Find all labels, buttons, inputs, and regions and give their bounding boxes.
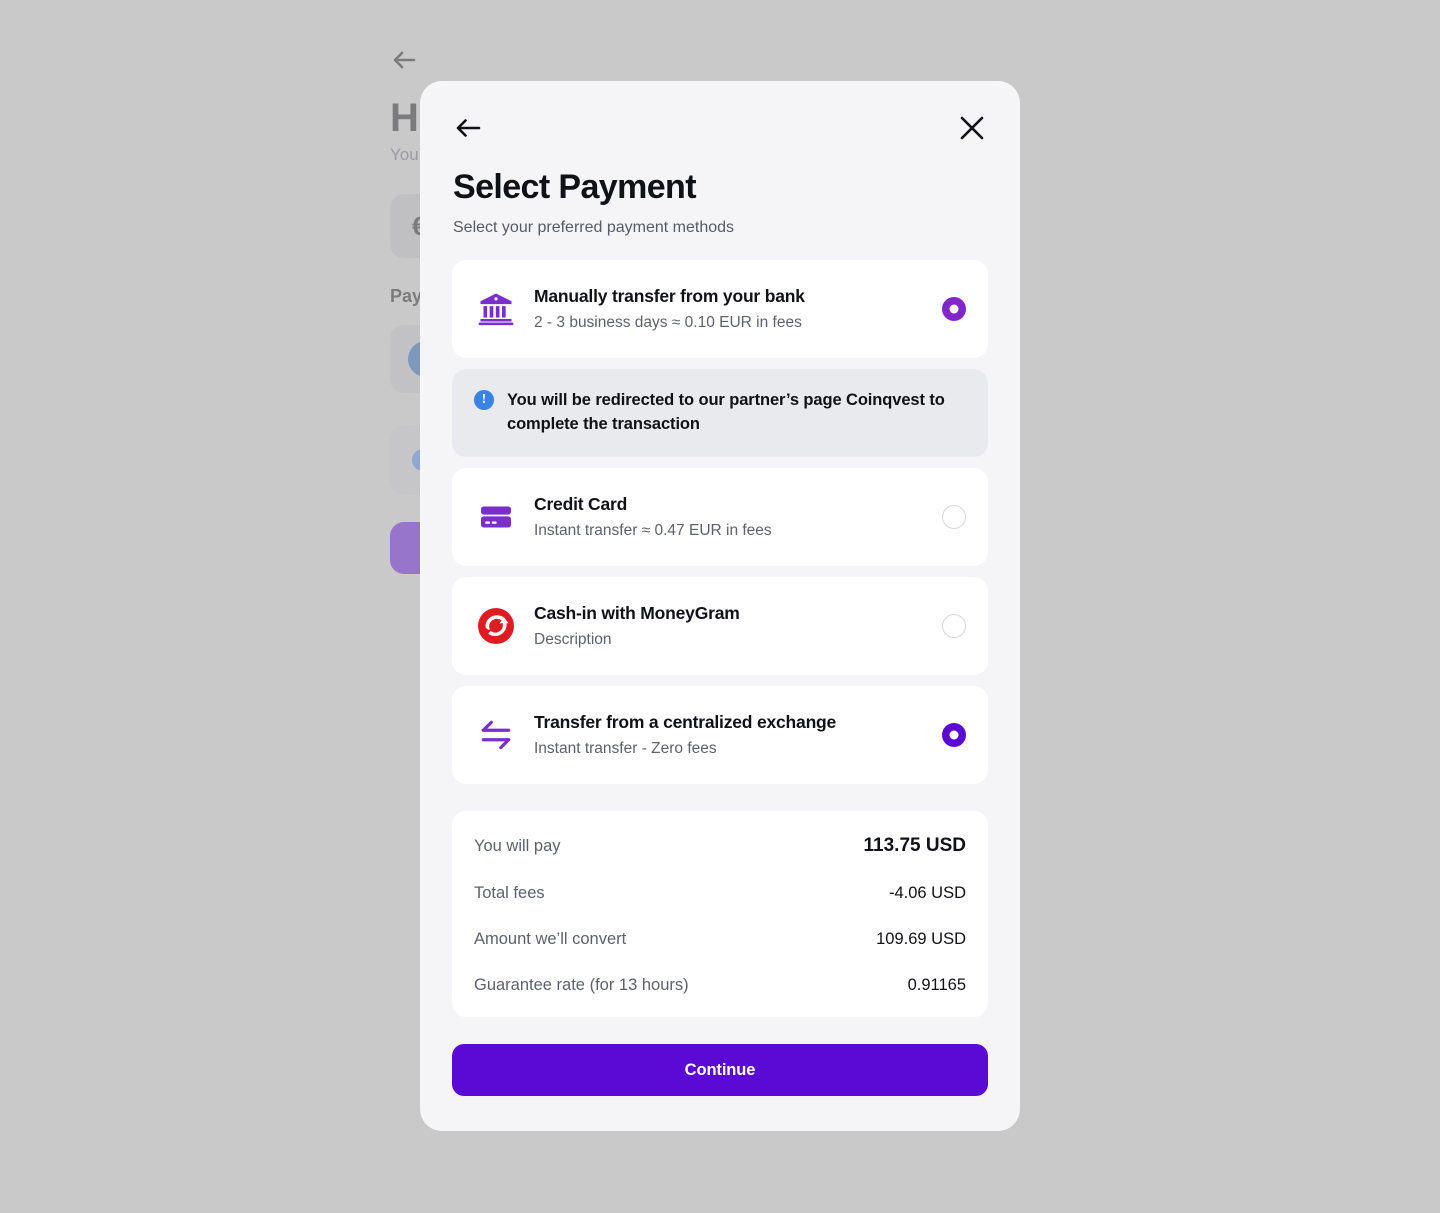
modal-topbar bbox=[420, 81, 1020, 169]
payment-method-title: Cash-in with MoneyGram bbox=[534, 603, 740, 624]
payment-method-text: Credit Card Instant transfer ≈ 0.47 EUR … bbox=[534, 494, 942, 540]
payment-method-text: Manually transfer from your bank 2 - 3 b… bbox=[534, 286, 942, 332]
summary-row: You will pay 113.75 USD bbox=[474, 835, 966, 857]
background-section-label: Pay bbox=[390, 286, 423, 306]
payment-method-radio[interactable] bbox=[942, 297, 966, 322]
continue-button[interactable]: Continue bbox=[452, 1044, 988, 1097]
summary-label: You will pay bbox=[474, 837, 561, 856]
payment-method-bank[interactable]: Manually transfer from your bank 2 - 3 b… bbox=[452, 260, 988, 359]
modal-back-icon[interactable] bbox=[453, 114, 485, 142]
exchange-arrows-icon bbox=[474, 713, 518, 757]
payment-method-title: Transfer from a centralized exchange bbox=[534, 712, 837, 733]
info-icon: ! bbox=[474, 390, 494, 411]
payment-method-title: Manually transfer from your bank bbox=[534, 286, 805, 307]
redirect-notice-text: You will be redirected to our partner’s … bbox=[507, 391, 945, 434]
summary-row: Amount we’ll convert 109.69 USD bbox=[474, 930, 966, 949]
page-subtitle: Select your preferred payment methods bbox=[453, 219, 735, 237]
summary-label: Amount we’ll convert bbox=[474, 930, 627, 949]
page-title: Select Payment bbox=[453, 168, 697, 206]
payment-summary: You will pay 113.75 USD Total fees -4.06… bbox=[452, 811, 988, 1018]
background-back-icon bbox=[390, 46, 420, 74]
summary-label: Total fees bbox=[474, 884, 545, 903]
payment-method-description: Description bbox=[534, 631, 612, 649]
payment-method-radio[interactable] bbox=[942, 505, 966, 530]
summary-label: Guarantee rate (for 13 hours) bbox=[474, 976, 689, 995]
payment-method-description: 2 - 3 business days ≈ 0.10 EUR in fees bbox=[534, 314, 802, 332]
summary-value: 109.69 USD bbox=[876, 930, 966, 949]
summary-row: Guarantee rate (for 13 hours) 0.91165 bbox=[474, 976, 966, 995]
payment-method-radio[interactable] bbox=[942, 614, 966, 639]
summary-row: Total fees -4.06 USD bbox=[474, 884, 966, 903]
payment-method-exchange[interactable]: Transfer from a centralized exchange Ins… bbox=[452, 686, 988, 785]
summary-value: 0.91165 bbox=[907, 976, 966, 995]
redirect-notice: ! You will be redirected to our partner’… bbox=[452, 369, 988, 458]
modal-footer: Continue bbox=[420, 1017, 1020, 1097]
payment-method-list: Manually transfer from your bank 2 - 3 b… bbox=[420, 260, 1020, 785]
close-icon[interactable] bbox=[958, 114, 986, 142]
summary-value: 113.75 USD bbox=[863, 835, 966, 857]
payment-method-credit-card[interactable]: Credit Card Instant transfer ≈ 0.47 EUR … bbox=[452, 468, 988, 567]
credit-card-icon bbox=[474, 495, 518, 539]
payment-method-description: Instant transfer ≈ 0.47 EUR in fees bbox=[534, 522, 772, 540]
bank-icon bbox=[474, 287, 518, 331]
select-payment-modal: Select Payment Select your preferred pay… bbox=[420, 81, 1020, 1131]
payment-method-title: Credit Card bbox=[534, 494, 628, 515]
payment-method-description: Instant transfer - Zero fees bbox=[534, 740, 717, 758]
payment-method-text: Cash-in with MoneyGram Description bbox=[534, 603, 942, 649]
payment-method-moneygram[interactable]: Cash-in with MoneyGram Description bbox=[452, 577, 988, 676]
background-page-subtitle: You bbox=[390, 145, 419, 164]
payment-method-radio[interactable] bbox=[942, 723, 966, 748]
summary-value: -4.06 USD bbox=[888, 884, 966, 903]
payment-method-text: Transfer from a centralized exchange Ins… bbox=[534, 712, 942, 758]
moneygram-logo-icon bbox=[474, 604, 518, 648]
